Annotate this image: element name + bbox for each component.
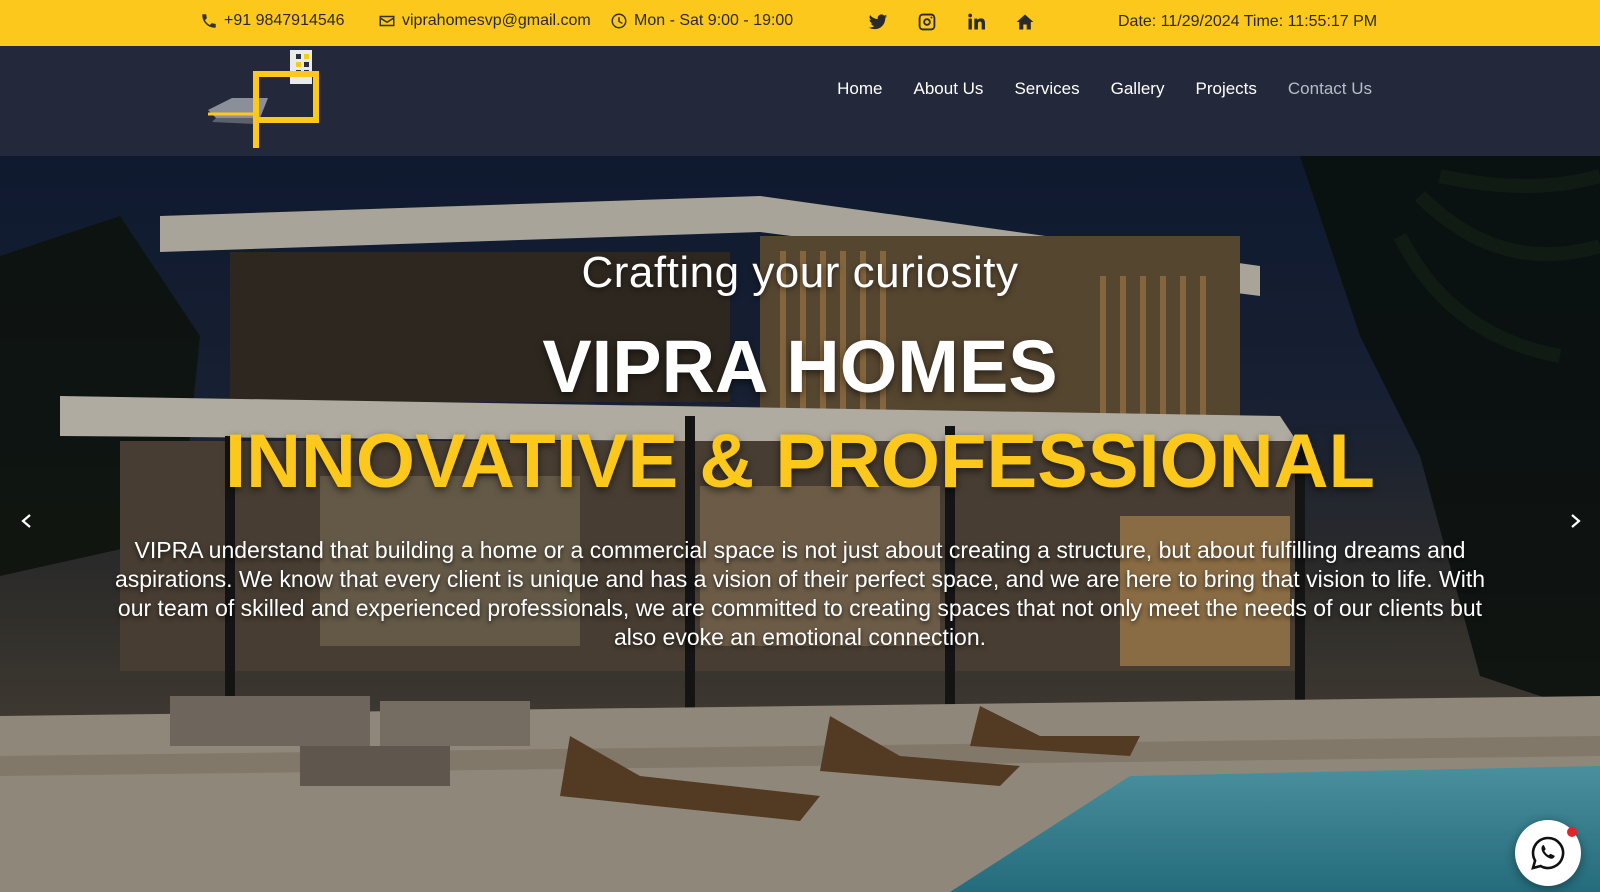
hero-subtitle: Crafting your curiosity [581, 248, 1019, 297]
hero-description: VIPRA understand that building a home or… [114, 537, 1486, 650]
nav-gallery[interactable]: Gallery [1111, 79, 1165, 99]
instagram-link[interactable] [916, 11, 938, 33]
phone-number: +91 9847914546 [224, 12, 345, 29]
chevron-left-icon [21, 514, 31, 528]
email-address: viprahomesvp@gmail.com [402, 12, 591, 29]
clock-icon [611, 13, 627, 29]
site-logo[interactable] [208, 46, 334, 156]
phone-contact[interactable]: +91 9847914546 [200, 12, 345, 30]
hours-text: Mon - Sat 9:00 - 19:00 [634, 12, 794, 29]
business-hours: Mon - Sat 9:00 - 19:00 [610, 12, 793, 30]
instagram-icon [918, 13, 936, 31]
nav-contact-us[interactable]: Contact Us [1288, 79, 1372, 99]
top-info-bar: +91 9847914546 viprahomesvp@gmail.com Mo… [0, 0, 1600, 46]
current-datetime: Date: 11/29/2024 Time: 11:55:17 PM [1118, 13, 1378, 30]
nav-menu: Home About Us Services Gallery Projects … [837, 79, 1372, 99]
twitter-icon [868, 14, 888, 30]
notification-dot [1567, 827, 1577, 837]
envelope-icon [379, 15, 395, 27]
home-link[interactable] [1014, 11, 1036, 33]
whatsapp-icon [1531, 836, 1565, 870]
hero-tagline: INNOVATIVE & PROFESSIONAL [225, 419, 1375, 504]
slider-prev-button[interactable] [12, 506, 42, 536]
nav-services[interactable]: Services [1014, 79, 1079, 99]
social-links [867, 11, 1036, 33]
nav-home[interactable]: Home [837, 79, 882, 99]
main-navbar: Home About Us Services Gallery Projects … [0, 46, 1600, 156]
chevron-right-icon [1571, 514, 1581, 528]
email-contact[interactable]: viprahomesvp@gmail.com [378, 12, 591, 30]
phone-icon [202, 14, 216, 28]
nav-about-us[interactable]: About Us [914, 79, 984, 99]
hero-slider: Crafting your curiosity VIPRA HOMES INNO… [0, 156, 1600, 892]
slider-next-button[interactable] [1560, 506, 1590, 536]
twitter-link[interactable] [867, 11, 889, 33]
nav-projects[interactable]: Projects [1195, 79, 1256, 99]
logo-mark [208, 50, 319, 148]
linkedin-link[interactable] [965, 11, 987, 33]
home-icon [1016, 14, 1034, 30]
hero-title: VIPRA HOMES [542, 325, 1058, 408]
linkedin-icon [968, 13, 985, 30]
